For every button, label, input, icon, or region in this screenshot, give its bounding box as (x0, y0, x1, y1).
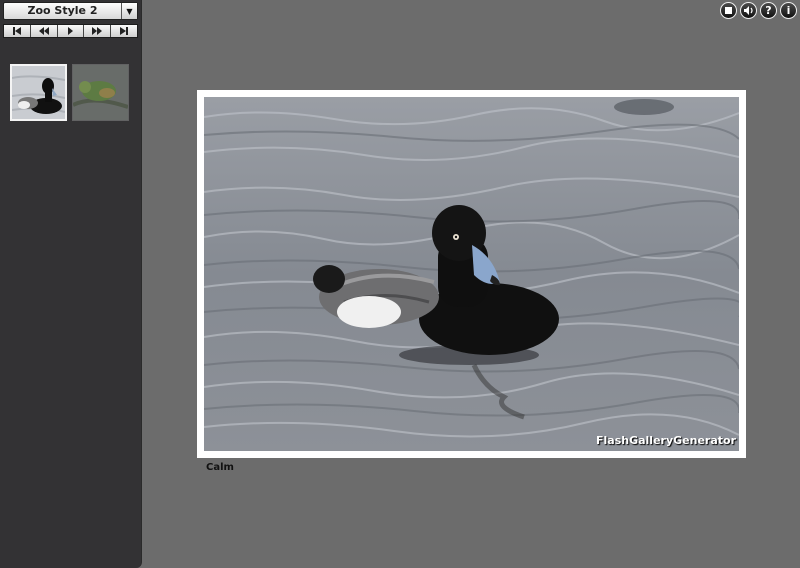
duck-photo-image (204, 97, 739, 451)
duck-thumbnail-image (11, 66, 66, 119)
parrot-thumbnail-image (72, 65, 129, 120)
fast-forward-icon (92, 27, 103, 35)
photo-caption: Calm (206, 462, 234, 473)
play-button[interactable] (57, 25, 85, 37)
main-photo[interactable]: FlashGalleryGenerator (204, 97, 739, 451)
album-title[interactable]: Zoo Style 2 (4, 3, 121, 19)
speaker-icon (743, 6, 753, 15)
chevron-down-icon[interactable]: ▼ (121, 3, 137, 19)
playback-controls (3, 24, 138, 38)
skip-first-icon (12, 27, 21, 35)
help-icon: ? (765, 4, 772, 17)
thumbnail-duck[interactable] (10, 64, 67, 121)
sidebar: Zoo Style 2 ▼ (0, 0, 142, 568)
stop-icon (725, 7, 732, 14)
watermark: FlashGalleryGenerator (595, 434, 736, 447)
album-select[interactable]: Zoo Style 2 ▼ (3, 2, 138, 20)
first-button[interactable] (4, 25, 31, 37)
last-button[interactable] (111, 25, 137, 37)
info-button[interactable]: i (780, 2, 797, 19)
photo-frame: FlashGalleryGenerator (197, 90, 746, 458)
next-button[interactable] (84, 25, 112, 37)
play-icon (68, 27, 74, 35)
previous-button[interactable] (30, 25, 58, 37)
thumbnail-parrot[interactable] (72, 64, 129, 121)
help-button[interactable]: ? (760, 2, 777, 19)
stop-button[interactable] (720, 2, 737, 19)
info-icon: i (786, 4, 791, 17)
sound-button[interactable] (740, 2, 757, 19)
skip-last-icon (120, 27, 129, 35)
rewind-icon (38, 27, 49, 35)
top-toolbar: ? i (720, 2, 797, 19)
